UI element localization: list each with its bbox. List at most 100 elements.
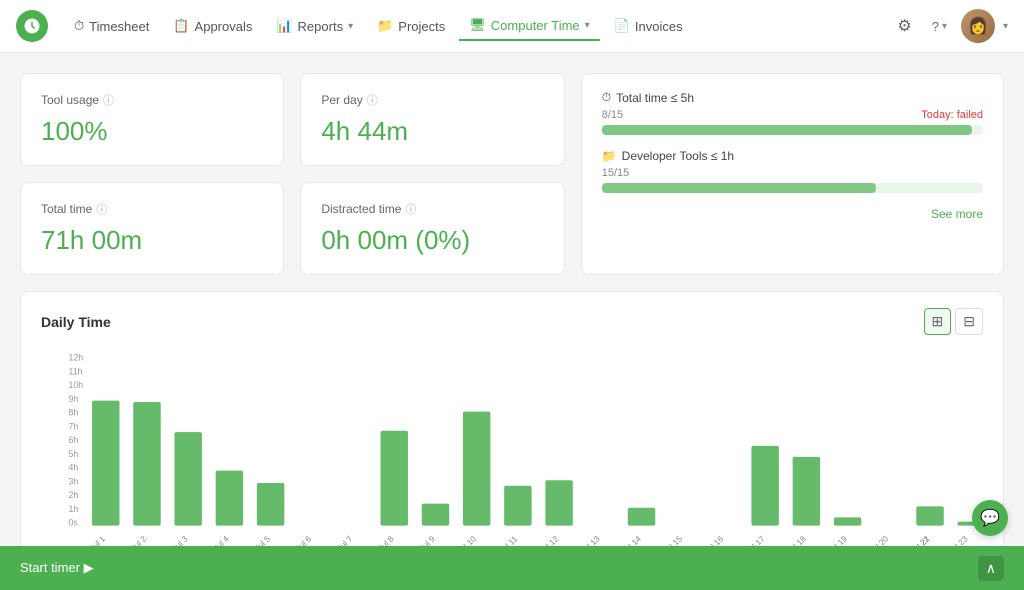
goals-card: ⏱ Total time ≤ 5h 8/15 Today: failed 📁 D… (581, 73, 1004, 275)
timer-expand-button[interactable]: ∧ (978, 556, 1004, 581)
goal-progress-fill-1 (602, 125, 972, 135)
per-day-value: 4h 44m (321, 116, 543, 147)
goal-progress-bg-2 (602, 183, 983, 193)
stat-card-total-time: Total time ⓘ 71h 00m (20, 182, 284, 275)
chart-view-buttons: ⊞ ⊟ (924, 308, 983, 335)
goal-total-time: ⏱ Total time ≤ 5h 8/15 Today: failed (602, 90, 983, 135)
start-timer-label[interactable]: Start timer ▶ (20, 560, 94, 576)
svg-text:Wed, Jul 3: Wed, Jul 3 (155, 533, 190, 546)
chat-bubble-button[interactable]: 💬 (972, 500, 1008, 536)
daily-time-chart: 12h 11h 10h 9h 8h 7h 6h 5h 4h 3h 2h 1h 0… (41, 347, 983, 546)
svg-text:Mon, Jul 8: Mon, Jul 8 (361, 533, 395, 546)
svg-text:7h: 7h (68, 421, 78, 431)
stat-card-per-day: Per day ⓘ 4h 44m (300, 73, 564, 166)
bar-jul10 (463, 412, 490, 526)
approvals-icon: 📋 (173, 18, 189, 34)
svg-text:11h: 11h (68, 366, 82, 376)
reports-chevron: ▾ (348, 21, 353, 32)
distracted-info-icon[interactable]: ⓘ (405, 201, 416, 217)
svg-text:10h: 10h (68, 380, 83, 390)
svg-text:Tue, Jul 23: Tue, Jul 23 (934, 533, 970, 546)
bar-jul5 (257, 483, 284, 526)
nav-reports[interactable]: 📊 Reports ▾ (266, 12, 363, 40)
svg-text:Mon, Jul 15: Mon, Jul 15 (647, 533, 685, 546)
bar-jul18 (793, 457, 820, 526)
svg-text:Sun, Jul 7: Sun, Jul 7 (321, 533, 355, 546)
invoices-icon: 📄 (614, 18, 630, 34)
total-time-info-icon[interactable]: ⓘ (96, 201, 107, 217)
bar-jul19 (834, 517, 861, 525)
distracted-value: 0h 00m (0%) (321, 225, 543, 256)
tool-usage-value: 100% (41, 116, 263, 147)
svg-text:2h: 2h (68, 490, 78, 500)
nav-right-controls: ⚙ ? ▾ 👩 ▾ (891, 9, 1008, 43)
svg-text:12h: 12h (68, 353, 83, 363)
svg-text:Thu, Jul 4: Thu, Jul 4 (198, 533, 231, 546)
stat-cards-grid: Tool usage ⓘ 100% Per day ⓘ 4h 44m Total… (20, 73, 565, 275)
svg-text:Sat, Jul 6: Sat, Jul 6 (282, 533, 314, 546)
svg-text:5h: 5h (68, 449, 78, 459)
per-day-info-icon[interactable]: ⓘ (367, 92, 378, 108)
reports-icon: 📊 (276, 18, 292, 34)
nav-projects[interactable]: 📁 Projects (367, 12, 455, 40)
stats-goals-row: Tool usage ⓘ 100% Per day ⓘ 4h 44m Total… (20, 73, 1004, 275)
svg-text:Wed, Jul 17: Wed, Jul 17 (729, 533, 767, 546)
computer-time-chevron: ▾ (585, 20, 590, 31)
svg-text:Mon, Jul 1: Mon, Jul 1 (73, 533, 107, 546)
timesheet-icon: ⏱ (74, 18, 84, 34)
chart-header: Daily Time ⊞ ⊟ (41, 308, 983, 335)
bar-jul9 (422, 504, 449, 526)
nav-approvals[interactable]: 📋 Approvals (163, 12, 262, 40)
see-more-button[interactable]: See more (602, 207, 983, 221)
svg-text:Tue, Jul 2: Tue, Jul 2 (116, 533, 149, 546)
bar-jul3 (174, 432, 201, 525)
svg-text:Mon, Jul 22: Mon, Jul 22 (894, 533, 932, 546)
nav-timesheet[interactable]: ⏱ Timesheet (64, 12, 159, 40)
bar-jul8 (381, 431, 408, 526)
svg-text:Fri, Jul 19: Fri, Jul 19 (816, 533, 849, 546)
projects-icon: 📁 (377, 18, 393, 34)
tool-usage-info-icon[interactable]: ⓘ (103, 92, 114, 108)
goal-progress-bg-1 (602, 125, 983, 135)
svg-text:0s: 0s (68, 518, 78, 528)
help-button[interactable]: ? ▾ (926, 13, 953, 40)
bar-jul1 (92, 401, 119, 526)
bar-jul22 (916, 506, 943, 525)
svg-text:Wed, Jul 10: Wed, Jul 10 (440, 533, 478, 546)
goal-status-failed: Today: failed (921, 109, 983, 121)
svg-text:Sat, Jul 13: Sat, Jul 13 (567, 533, 602, 546)
nav-invoices[interactable]: 📄 Invoices (604, 12, 693, 40)
bar-jul11 (504, 486, 531, 526)
svg-text:Fri, Jul 12: Fri, Jul 12 (528, 533, 561, 546)
avatar[interactable]: 👩 (961, 9, 995, 43)
svg-text:8h: 8h (68, 408, 78, 418)
svg-text:3h: 3h (68, 476, 78, 486)
chart-title: Daily Time (41, 314, 111, 330)
svg-text:Thu, Jul 11: Thu, Jul 11 (484, 533, 520, 546)
chart-view-grid-btn[interactable]: ⊞ (924, 308, 952, 335)
svg-text:Tue, Jul 16: Tue, Jul 16 (689, 533, 725, 546)
bottom-timer-bar: Start timer ▶ ∧ (0, 546, 1024, 590)
bar-jul17 (751, 446, 778, 526)
svg-text:9h: 9h (68, 394, 78, 404)
main-content: Tool usage ⓘ 100% Per day ⓘ 4h 44m Total… (0, 53, 1024, 546)
bar-jul2 (133, 402, 160, 526)
logo[interactable] (16, 10, 48, 42)
settings-icon[interactable]: ⚙ (891, 10, 917, 42)
svg-text:6h: 6h (68, 435, 78, 445)
svg-text:Thu, Jul 18: Thu, Jul 18 (772, 533, 808, 546)
nav-computer-time[interactable]: 🖥 Computer Time ▾ (459, 11, 599, 41)
goal-progress-fill-2 (602, 183, 877, 193)
stat-card-tool-usage: Tool usage ⓘ 100% (20, 73, 284, 166)
chart-card: Daily Time ⊞ ⊟ 12h 11h 10h 9h 8h 7h 6h 5… (20, 291, 1004, 546)
svg-text:Sun, Jul 14: Sun, Jul 14 (606, 533, 643, 546)
svg-text:Fri, Jul 5: Fri, Jul 5 (242, 533, 272, 546)
bar-jul14 (628, 508, 655, 526)
help-chevron: ▾ (942, 21, 947, 32)
chat-icon: 💬 (980, 508, 1000, 528)
chart-view-table-btn[interactable]: ⊟ (955, 308, 983, 335)
total-time-value: 71h 00m (41, 225, 263, 256)
svg-text:4h: 4h (68, 463, 78, 473)
goal-dev-tools: 📁 Developer Tools ≤ 1h 15/15 (602, 149, 983, 193)
computer-time-icon: 🖥 (469, 17, 486, 33)
